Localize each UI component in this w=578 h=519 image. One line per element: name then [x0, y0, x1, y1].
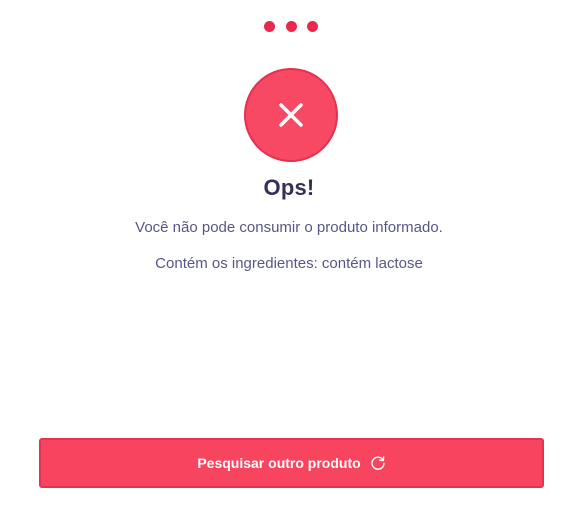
- close-icon: [279, 103, 303, 127]
- error-message: Você não pode consumir o produto informa…: [135, 219, 443, 236]
- more-options-icon[interactable]: [264, 19, 318, 33]
- menu-dot: [307, 20, 318, 32]
- refresh-icon: [370, 455, 386, 471]
- menu-dot: [264, 20, 275, 32]
- ingredients-text: Contém os ingredientes: contém lactose: [155, 255, 423, 272]
- menu-dot: [285, 20, 297, 32]
- search-another-product-label: Pesquisar outro produto: [197, 455, 361, 471]
- error-title: Ops!: [263, 175, 315, 200]
- search-another-product-button[interactable]: Pesquisar outro produto: [39, 438, 544, 488]
- error-badge: [244, 68, 338, 162]
